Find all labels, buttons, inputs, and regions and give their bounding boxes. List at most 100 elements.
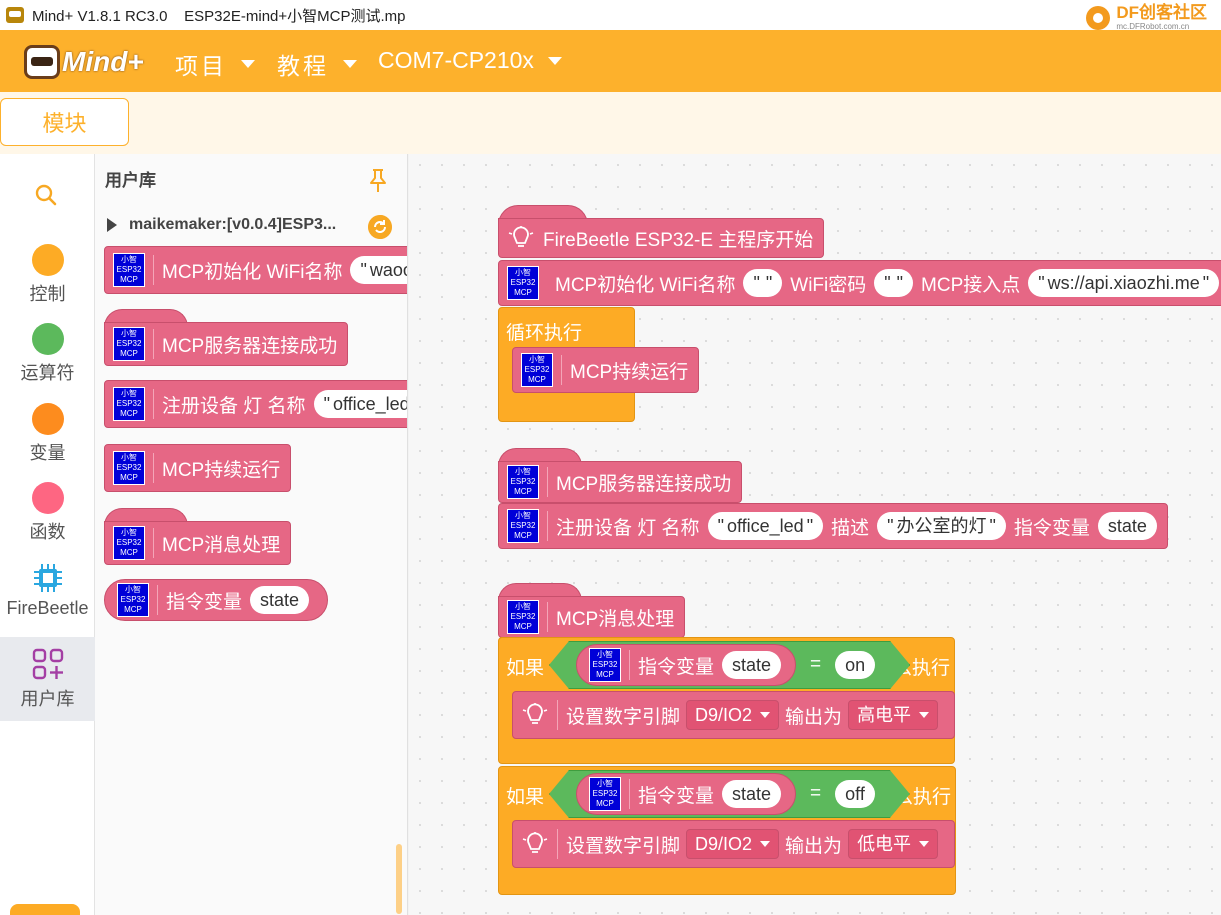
compare-value-input[interactable]: off — [835, 780, 875, 808]
mcp-icon: 小智 ESP32 MCP — [507, 509, 539, 543]
equals-sign: = — [810, 654, 822, 675]
block-label: MCP服务器连接成功 — [162, 335, 338, 357]
condition-equals-on[interactable]: 小智 ESP32 MCP 指令变量 state = on — [549, 641, 910, 689]
lightbulb-icon — [508, 226, 534, 247]
mind-logo: Mind+ — [24, 39, 152, 85]
cmd-var-reporter[interactable]: 小智 ESP32 MCP 指令变量 state — [576, 644, 796, 686]
chevron-down-icon — [241, 60, 255, 68]
var-name-pill[interactable]: state — [250, 586, 310, 614]
category-functions[interactable]: 函数 — [0, 482, 95, 544]
device-name-input[interactable]: office_led — [707, 512, 824, 540]
server-ok-block[interactable]: 小智 ESP32 MCP MCP服务器连接成功 — [498, 461, 743, 503]
pin-dropdown[interactable]: D9/IO2 — [686, 829, 780, 859]
category-firebeetle[interactable]: FireBeetle — [0, 562, 95, 619]
menu-tutorial-label: 教程 — [277, 53, 329, 79]
wifi-ssid-input[interactable] — [743, 269, 783, 297]
category-control[interactable]: 控制 — [0, 244, 95, 306]
category-variables[interactable]: 变量 — [0, 403, 95, 465]
mcp-icon: 小智 ESP32 MCP — [117, 583, 149, 617]
mcp-icon: 小智 ESP32 MCP — [113, 387, 145, 421]
set-pin-high-block[interactable]: 设置数字引脚 D9/IO2 输出为 高电平 — [512, 691, 956, 739]
block-label: MCP初始化 WiFi名称 — [162, 261, 343, 283]
library-row[interactable]: maikemaker:[v0.0.4]ESP3... — [107, 216, 336, 234]
menu-port-label: COM7-CP210x — [378, 47, 534, 73]
menu-port[interactable]: COM7-CP210x — [378, 47, 562, 74]
block-label: 指令变量 — [638, 785, 715, 807]
refresh-icon[interactable] — [368, 215, 392, 239]
control-dot-icon — [31, 244, 64, 276]
condition-equals-off[interactable]: 小智 ESP32 MCP 指令变量 state = off — [549, 770, 910, 818]
flyout-block-keep-running[interactable]: 小智 ESP32 MCP MCP持续运行 — [104, 444, 292, 492]
category-label: 控制 — [29, 284, 66, 304]
robot-logo-icon — [24, 45, 60, 79]
block-label: 设置数字引脚 — [566, 706, 681, 728]
category-user-library[interactable]: 用户库 — [0, 637, 95, 721]
flyout-block-server-ok[interactable]: 小智 ESP32 MCP MCP服务器连接成功 — [104, 322, 349, 366]
flyout-scrollbar[interactable] — [396, 844, 402, 914]
var-name-pill[interactable]: state — [722, 651, 781, 679]
mcp-icon: 小智 ESP32 MCP — [113, 327, 145, 361]
chevron-down-icon — [760, 712, 771, 718]
workspace[interactable]: FireBeetle ESP32-E 主程序开始 小智 ESP32 MCP MCP初… — [409, 154, 1221, 915]
register-device-block[interactable]: 小智ESP32MCP 注册设备 灯 名称 office_led 描述 办公室的灯… — [498, 503, 1168, 549]
variables-dot-icon — [31, 403, 64, 435]
device-name-input[interactable]: office_led — [313, 390, 407, 418]
tab-modules[interactable]: 模块 — [0, 98, 129, 146]
bottom-tab-edge — [10, 904, 80, 915]
flyout-block-msg-handle[interactable]: 小智 ESP32 MCP MCP消息处理 — [104, 521, 292, 565]
menu-project-label: 项目 — [175, 53, 227, 79]
menu-tutorial[interactable]: 教程 — [277, 47, 357, 81]
set-pin-low-block[interactable]: 设置数字引脚 D9/IO2 输出为 低电平 — [512, 820, 956, 868]
mcp-endpoint-input[interactable]: ws://api.xiaozhi.me — [1028, 269, 1220, 297]
device-desc-input[interactable]: 办公室的灯 — [877, 512, 1006, 540]
category-label: 变量 — [29, 443, 66, 463]
level-dropdown[interactable]: 低电平 — [848, 829, 939, 859]
block-label: MCP初始化 WiFi名称 — [555, 274, 736, 296]
chevron-down-icon — [547, 56, 562, 65]
flyout-block-register-device[interactable]: 小智ESP32MCP 注册设备 灯 名称 office_led — [104, 380, 407, 428]
cmd-var-reporter[interactable]: 小智 ESP32 MCP 指令变量 state — [576, 773, 796, 815]
block-label: 指令变量 — [166, 591, 243, 613]
msg-handle-block[interactable]: 小智 ESP32 MCP MCP消息处理 — [498, 596, 686, 638]
flyout-block-mcp-init[interactable]: 小智ESP32MCP MCP初始化 WiFi名称 waoo — [104, 246, 407, 294]
search-icon[interactable] — [35, 184, 57, 206]
keep-running-block[interactable]: 小智 ESP32 MCP MCP持续运行 — [512, 347, 700, 393]
wifi-password-input[interactable] — [874, 269, 914, 297]
mcp-icon: 小智 ESP32 MCP — [113, 253, 145, 287]
wifi-name-input[interactable]: waoo — [350, 256, 407, 284]
df-gear-icon — [1086, 5, 1111, 30]
block-label: 注册设备 灯 名称 — [556, 517, 700, 539]
chevron-down-icon — [760, 841, 771, 847]
df-community-logo[interactable]: DF创客社区 mc.DFRobot.com.cn — [1086, 4, 1207, 31]
pin-dropdown[interactable]: D9/IO2 — [686, 700, 780, 730]
tab-strip: 模块 — [0, 92, 1221, 154]
block-label: MCP消息处理 — [162, 534, 281, 556]
compare-value-input[interactable]: on — [835, 651, 875, 679]
mcp-init-block[interactable]: 小智ESP32MCP MCP初始化 WiFi名称 WiFi密码 MCP接入点 w… — [498, 260, 1221, 306]
chevron-down-icon — [919, 712, 930, 718]
if-label: 如果 — [506, 658, 545, 679]
block-label: WiFi密码 — [790, 274, 867, 296]
var-name-pill[interactable]: state — [722, 780, 781, 808]
block-label: MCP服务器连接成功 — [556, 473, 732, 495]
caret-right-icon — [107, 218, 117, 232]
block-label: 输出为 — [785, 835, 843, 857]
mcp-icon: 小智 ESP32 MCP — [113, 526, 145, 560]
menu-bar: Mind+ 项目 教程 COM7-CP210x — [0, 30, 1221, 92]
var-name-pill[interactable]: state — [1097, 512, 1157, 540]
block-label: 指令变量 — [638, 656, 715, 678]
menu-project[interactable]: 项目 — [175, 47, 255, 81]
lightbulb-icon — [522, 703, 548, 724]
main-start-block[interactable]: FireBeetle ESP32-E 主程序开始 — [498, 218, 825, 258]
flyout-block-cmd-var[interactable]: 小智 ESP32 MCP 指令变量 state — [104, 579, 329, 621]
block-label: MCP持续运行 — [570, 361, 689, 383]
df-logo-text: DF创客社区 — [1116, 3, 1207, 22]
loop-label: 循环执行 — [506, 323, 583, 344]
functions-dot-icon — [31, 482, 64, 514]
level-dropdown[interactable]: 高电平 — [848, 700, 939, 730]
category-operators[interactable]: 运算符 — [0, 323, 95, 385]
block-label: MCP接入点 — [921, 274, 1021, 296]
block-label: 设置数字引脚 — [566, 835, 681, 857]
category-label: 函数 — [29, 522, 66, 542]
pin-icon[interactable] — [368, 168, 388, 194]
